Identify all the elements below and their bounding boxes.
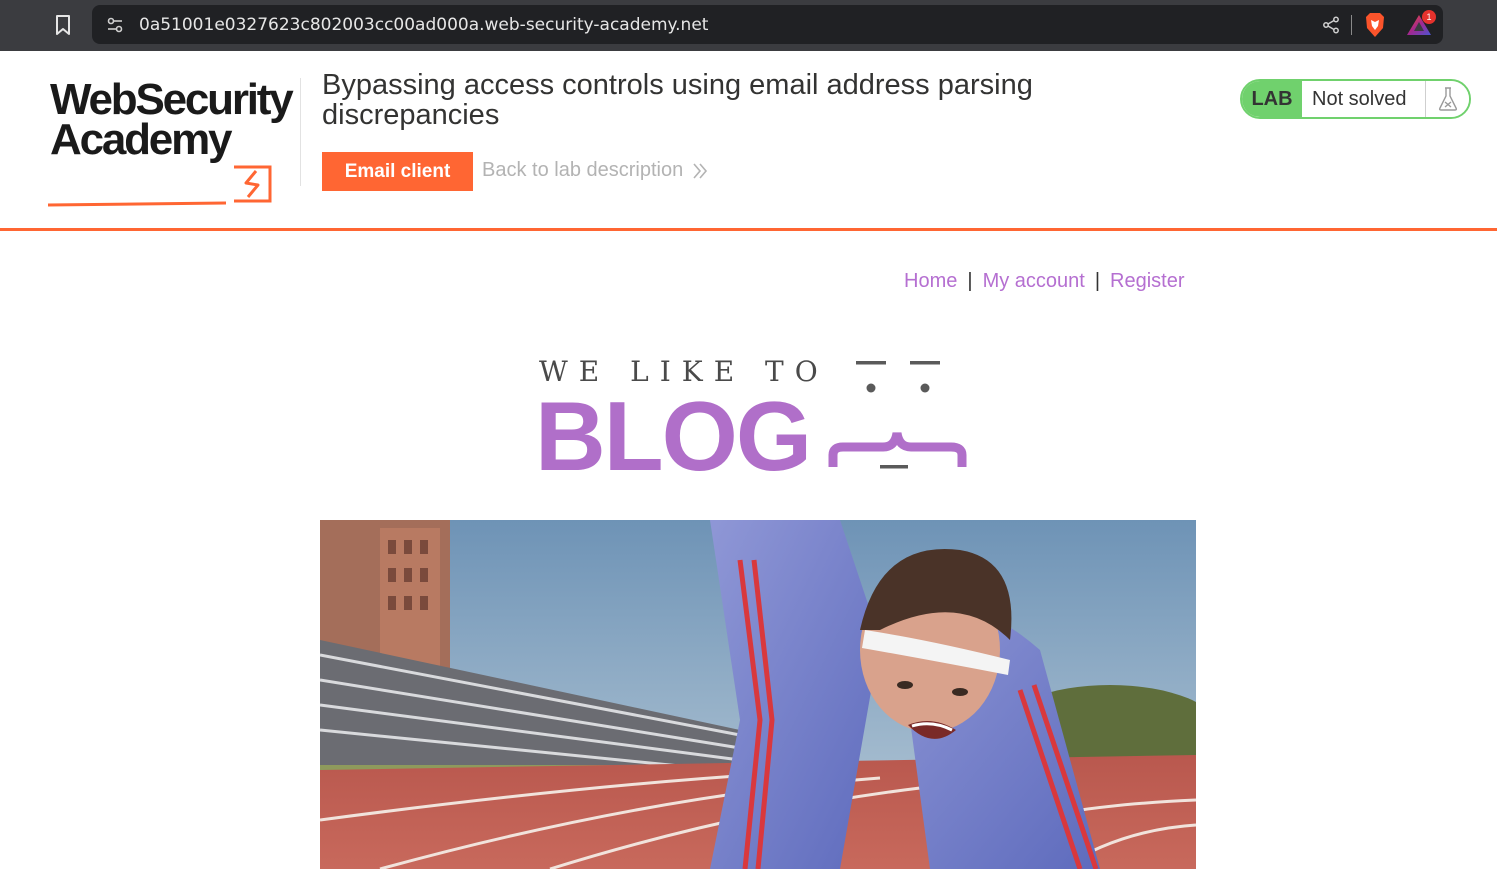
nav-separator: |	[1094, 270, 1101, 292]
blog-banner: WE LIKE TO BLOG	[535, 355, 980, 485]
web-security-academy-logo[interactable]: WebSecurity Academy	[46, 77, 298, 207]
url-text[interactable]: 0a51001e0327623c802003cc00ad000a.web-sec…	[139, 15, 708, 35]
blog-navigation: Home | My account | Register	[904, 270, 1185, 293]
header-divider	[300, 78, 301, 186]
nav-register-link[interactable]: Register	[1110, 270, 1184, 292]
nav-home-link[interactable]: Home	[904, 270, 957, 292]
back-to-lab-description-link[interactable]: Back to lab description	[482, 159, 683, 182]
email-client-button[interactable]: Email client	[322, 152, 473, 191]
logo-lightning-icon	[47, 165, 272, 207]
lab-title: Bypassing access controls using email ad…	[322, 69, 1033, 131]
nav-my-account-link[interactable]: My account	[983, 270, 1085, 292]
bookmark-icon[interactable]	[50, 12, 76, 38]
lab-status-widget: LAB Not solved	[1240, 79, 1471, 119]
brave-shields-icon[interactable]	[1363, 12, 1387, 38]
address-bar[interactable]: 0a51001e0327623c802003cc00ad000a.web-sec…	[92, 5, 1443, 44]
header-accent-rule	[0, 228, 1497, 231]
double-chevron-right-icon[interactable]	[691, 162, 709, 180]
blog-face-icon	[828, 361, 967, 469]
flask-icon	[1425, 81, 1469, 117]
blog-hero-image	[320, 520, 1196, 869]
browser-toolbar: 0a51001e0327623c802003cc00ad000a.web-sec…	[0, 0, 1497, 51]
site-settings-icon[interactable]	[104, 14, 126, 36]
lab-status-text: Not solved	[1302, 81, 1425, 117]
notification-badge: 1	[1422, 10, 1436, 24]
address-bar-divider	[1351, 15, 1352, 35]
banner-title: BLOG	[535, 381, 812, 491]
nav-separator: |	[967, 270, 973, 292]
academy-header: WebSecurity Academy Bypassing access con…	[0, 51, 1497, 229]
share-icon[interactable]	[1320, 14, 1342, 36]
lab-tag: LAB	[1242, 81, 1302, 117]
